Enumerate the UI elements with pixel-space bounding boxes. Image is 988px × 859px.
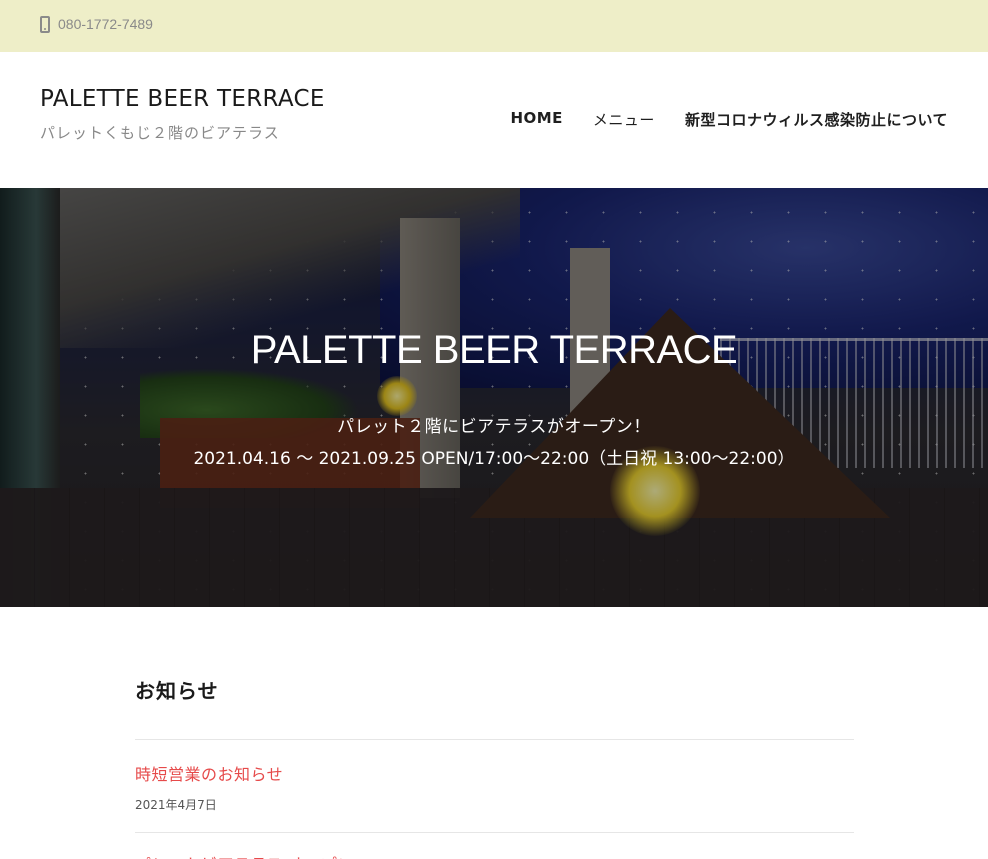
- hero-title: PALETTE BEER TERRACE: [250, 328, 738, 372]
- main-nav: HOME メニュー 新型コロナウィルス感染防止について: [510, 109, 948, 130]
- news-item-title[interactable]: 時短営業のお知らせ: [135, 761, 283, 785]
- hero-period: 2021.04.16 〜 2021.09.25 OPEN/17:00〜22:00…: [193, 449, 795, 469]
- hero-subtitle: パレット２階にビアテラスがオープン！: [337, 417, 651, 437]
- nav-item-covid[interactable]: 新型コロナウィルス感染防止について: [685, 109, 948, 130]
- site-tagline: パレットくもじ２階のビアテラス: [40, 124, 280, 142]
- nav-item-menu[interactable]: メニュー: [593, 109, 655, 130]
- hero-banner: PALETTE BEER TERRACE パレット２階にビアテラスがオープン！ …: [0, 188, 988, 607]
- top-bar: 080-1772-7489: [0, 0, 988, 52]
- news-item-title[interactable]: パレットビアテラス オープン: [135, 851, 354, 859]
- news-divider: [135, 832, 854, 833]
- hero-overlay: [0, 188, 988, 607]
- phone-number[interactable]: 080-1772-7489: [58, 16, 153, 32]
- news-divider: [135, 739, 854, 740]
- news-item-date: 2021年4月7日: [135, 798, 217, 812]
- news-section: お知らせ 時短営業のお知らせ 2021年4月7日 パレットビアテラス オープン: [135, 675, 854, 859]
- news-heading: お知らせ: [135, 679, 219, 703]
- phone-icon: [40, 16, 50, 33]
- site-title[interactable]: PALETTE BEER TERRACE: [40, 86, 325, 112]
- site-header: PALETTE BEER TERRACE パレットくもじ２階のビアテラス HOM…: [0, 52, 988, 188]
- nav-item-home[interactable]: HOME: [510, 109, 562, 130]
